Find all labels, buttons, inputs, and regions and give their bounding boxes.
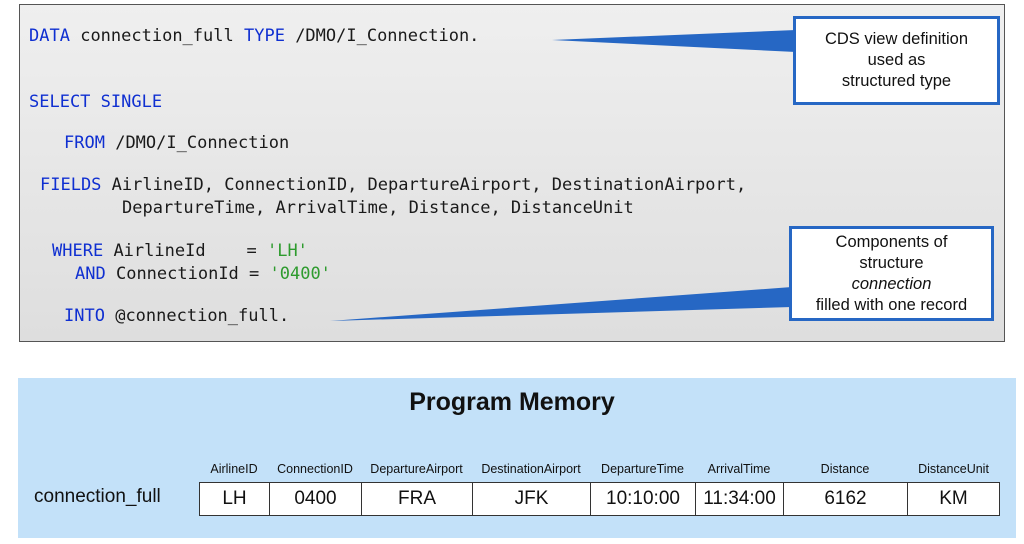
cell-airlineid: LH bbox=[199, 482, 269, 516]
cell-connectionid: 0400 bbox=[269, 482, 361, 516]
callout-bottom-line-1: Components of bbox=[835, 232, 948, 251]
callout-components: Components of structure connection fille… bbox=[789, 226, 994, 321]
program-memory-title: Program Memory bbox=[409, 388, 615, 416]
callout-top-line-3: structured type bbox=[841, 72, 952, 90]
cell-destinationairport: JFK bbox=[472, 482, 590, 516]
cell-distanceunit: KM bbox=[907, 482, 1000, 516]
cell-distance: 6162 bbox=[783, 482, 907, 516]
cell-departureairport: FRA bbox=[361, 482, 472, 516]
callout-top-line-1: CDS view definition bbox=[824, 30, 969, 48]
column-header-distance: Distance bbox=[820, 462, 870, 476]
callout-structured-type: CDS view definition used as structured t… bbox=[793, 16, 1000, 105]
column-header-departureairport: DepartureAirport bbox=[370, 462, 463, 476]
callout-bottom-line-3: filled with one record bbox=[815, 295, 968, 314]
column-header-airlineid: AirlineID bbox=[210, 462, 258, 476]
callout-pointer-top bbox=[552, 30, 796, 52]
column-header-connectionid: ConnectionID bbox=[277, 462, 353, 476]
column-header-departuretime: DepartureTime bbox=[601, 462, 684, 476]
callout-bottom-line-2: structure connection bbox=[792, 253, 991, 295]
callout-bottom-line-2-prefix: structure bbox=[859, 253, 924, 272]
callout-pointer-bottom bbox=[330, 287, 792, 321]
variable-label: connection_full bbox=[34, 486, 161, 507]
callout-bottom-line-2-italic: connection bbox=[851, 274, 932, 293]
callout-top-line-2: used as bbox=[867, 51, 926, 69]
column-header-destinationairport: DestinationAirport bbox=[481, 462, 581, 476]
cell-departuretime: 10:10:00 bbox=[590, 482, 695, 516]
column-header-distanceunit: DistanceUnit bbox=[918, 462, 989, 476]
cell-arrivaltime: 11:34:00 bbox=[695, 482, 783, 516]
column-header-arrivaltime: ArrivalTime bbox=[707, 462, 771, 476]
